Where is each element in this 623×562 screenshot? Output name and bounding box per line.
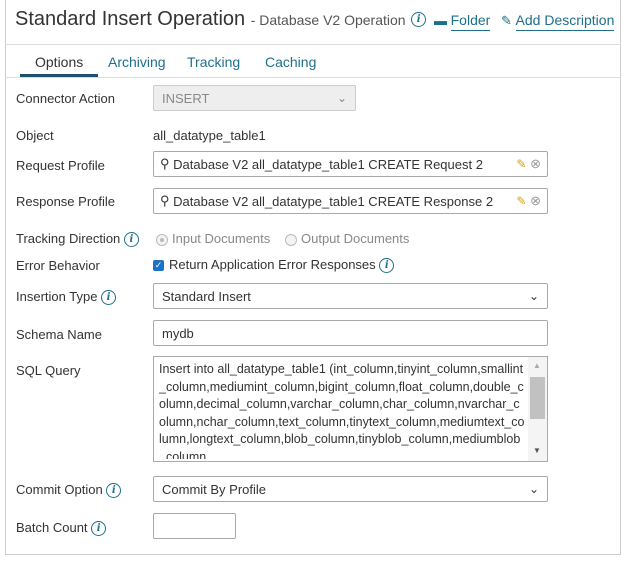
divider xyxy=(5,44,621,45)
folder-link[interactable]: ▬ Folder xyxy=(434,12,491,31)
radio-input-documents[interactable]: Input Documents xyxy=(156,231,270,246)
connector-action-select[interactable]: INSERT ⌄ xyxy=(153,85,356,111)
insertion-type-text: Insertion Type xyxy=(16,289,98,304)
error-behavior-label: Error Behavior xyxy=(16,258,100,273)
sql-query-textarea[interactable]: Insert into all_datatype_table1 (int_col… xyxy=(153,356,548,462)
radio-icon xyxy=(156,233,168,246)
request-profile-label: Request Profile xyxy=(16,158,105,173)
tab-caching[interactable]: Caching xyxy=(265,54,316,70)
info-icon[interactable]: i xyxy=(411,12,427,28)
batch-count-input[interactable] xyxy=(153,513,236,539)
insertion-type-label: Insertion Type i xyxy=(16,289,117,306)
response-profile-label: Response Profile xyxy=(16,194,115,209)
schema-name-input[interactable]: mydb xyxy=(153,320,548,346)
schema-name-value: mydb xyxy=(162,325,194,341)
radio-icon xyxy=(285,233,297,246)
info-icon[interactable]: i xyxy=(101,290,117,306)
sql-query-value: Insert into all_datatype_table1 (int_col… xyxy=(159,362,525,459)
radio-output-documents[interactable]: Output Documents xyxy=(285,231,409,246)
tracking-direction-text: Tracking Direction xyxy=(16,231,121,246)
tab-options[interactable]: Options xyxy=(35,54,83,70)
info-icon[interactable]: i xyxy=(123,232,139,248)
add-description-label[interactable]: Add Description xyxy=(515,12,615,31)
tab-tracking[interactable]: Tracking xyxy=(187,54,240,70)
checkbox-label: Return Application Error Responses xyxy=(169,257,376,272)
edit-icon[interactable]: ✎ xyxy=(516,157,526,171)
panel-border xyxy=(5,0,621,555)
commit-option-value: Commit By Profile xyxy=(162,481,267,497)
schema-name-label: Schema Name xyxy=(16,327,102,342)
return-errors-checkbox[interactable]: ✓ Return Application Error Responses i xyxy=(153,257,395,274)
chevron-down-icon: ⌄ xyxy=(528,482,539,496)
response-profile-field[interactable]: ⚲ Database V2 all_datatype_table1 CREATE… xyxy=(153,188,548,214)
commit-option-label: Commit Option i xyxy=(16,482,122,499)
clear-icon[interactable]: ⊗ xyxy=(530,156,541,172)
object-label: Object xyxy=(16,128,54,143)
insertion-type-select[interactable]: Standard Insert ⌄ xyxy=(153,283,548,309)
response-profile-value: Database V2 all_datatype_table1 CREATE R… xyxy=(173,193,494,209)
search-icon: ⚲ xyxy=(160,193,170,208)
page-title: Standard Insert Operation - Database V2 … xyxy=(15,8,427,31)
request-profile-value: Database V2 all_datatype_table1 CREATE R… xyxy=(173,156,483,172)
folder-label[interactable]: Folder xyxy=(450,12,491,31)
tabs-divider xyxy=(5,77,621,78)
folder-icon: ▬ xyxy=(434,13,447,28)
tab-archiving[interactable]: Archiving xyxy=(108,54,166,70)
search-icon: ⚲ xyxy=(160,156,170,171)
radio-label: Input Documents xyxy=(172,231,271,246)
commit-option-text: Commit Option xyxy=(16,482,103,497)
info-icon[interactable]: i xyxy=(106,483,122,499)
scrollbar-thumb[interactable] xyxy=(530,377,545,419)
operation-editor: Standard Insert Operation - Database V2 … xyxy=(0,0,623,562)
pencil-icon: ✎ xyxy=(501,13,512,28)
insertion-type-value: Standard Insert xyxy=(162,288,251,304)
commit-option-select[interactable]: Commit By Profile ⌄ xyxy=(153,476,548,502)
connector-action-value: INSERT xyxy=(162,90,210,106)
radio-label: Output Documents xyxy=(301,231,410,246)
clear-icon[interactable]: ⊗ xyxy=(530,193,541,209)
info-icon[interactable]: i xyxy=(91,521,107,537)
scroll-down-icon[interactable]: ▼ xyxy=(533,446,541,455)
tracking-direction-label: Tracking Direction i xyxy=(16,231,139,248)
title-text: Standard Insert Operation xyxy=(15,8,246,30)
batch-count-label: Batch Count i xyxy=(16,520,107,537)
request-profile-field[interactable]: ⚲ Database V2 all_datatype_table1 CREATE… xyxy=(153,151,548,177)
batch-count-text: Batch Count xyxy=(16,520,88,535)
checkbox-checked-icon: ✓ xyxy=(153,260,164,272)
scroll-up-icon[interactable]: ▲ xyxy=(533,361,541,370)
scrollbar[interactable]: ▲ ▼ xyxy=(528,357,547,461)
chevron-down-icon: ⌄ xyxy=(336,91,347,105)
info-icon[interactable]: i xyxy=(379,258,395,274)
connector-action-label: Connector Action xyxy=(16,91,116,106)
subtitle: - Database V2 Operation xyxy=(250,12,406,28)
add-description-link[interactable]: ✎ Add Description xyxy=(501,12,615,31)
edit-icon[interactable]: ✎ xyxy=(516,194,526,208)
sql-query-label: SQL Query xyxy=(16,363,81,378)
chevron-down-icon: ⌄ xyxy=(528,289,539,303)
object-value: all_datatype_table1 xyxy=(153,128,266,143)
